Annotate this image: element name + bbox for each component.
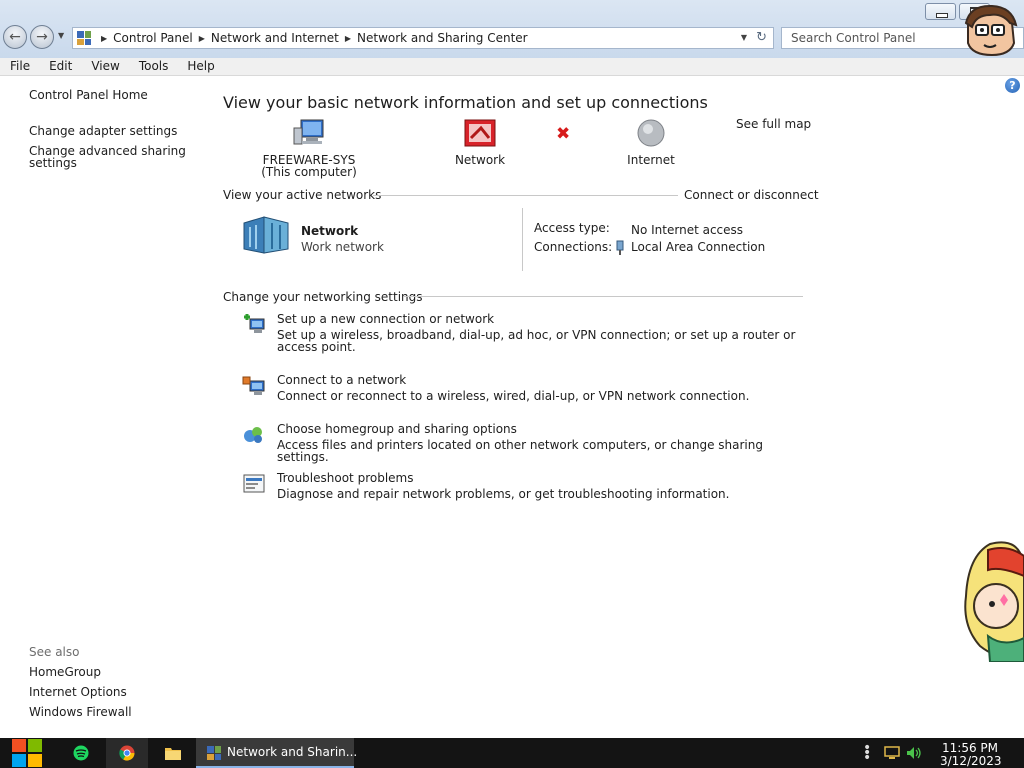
access-type-value: No Internet access <box>631 223 744 237</box>
breadcrumb-separator-icon[interactable]: ▶ <box>345 34 351 43</box>
address-dropdown-icon[interactable]: ▼ <box>741 33 747 42</box>
network-tray-icon[interactable] <box>884 746 900 760</box>
taskbar-window-label: Network and Sharin... <box>227 745 358 759</box>
no-connection-x-icon: ✖ <box>556 124 571 144</box>
active-network-type-link[interactable]: Work network <box>301 240 384 254</box>
menu-help[interactable]: Help <box>177 58 223 75</box>
change-advanced-sharing-settings-link[interactable]: Change advanced sharing settings <box>29 145 189 169</box>
troubleshoot-problems-desc: Diagnose and repair network problems, or… <box>277 487 730 501</box>
homegroup-sharing-desc: Access files and printers located on oth… <box>277 438 763 464</box>
connect-to-network-desc: Connect or reconnect to a wireless, wire… <box>277 389 750 403</box>
breadcrumb-separator-icon[interactable]: ▶ <box>199 34 205 43</box>
map-node-network[interactable]: Network <box>440 118 520 166</box>
help-icon[interactable]: ? <box>1005 78 1020 93</box>
menu-file[interactable]: File <box>0 58 39 75</box>
breadcrumb-network-and-internet[interactable]: Network and Internet <box>211 31 339 45</box>
see-also-label: See also <box>29 645 80 659</box>
refresh-icon[interactable]: ↻ <box>756 30 767 45</box>
homegroup-sharing-link[interactable]: Choose homegroup and sharing options <box>277 422 517 436</box>
change-settings-heading: Change your networking settings <box>223 290 423 304</box>
chrome-icon <box>119 745 135 761</box>
windows-logo-icon[interactable] <box>10 738 44 768</box>
internet-label: Internet <box>627 153 675 167</box>
breadcrumb-control-panel[interactable]: Control Panel <box>113 31 193 45</box>
control-panel-home-link[interactable]: Control Panel Home <box>29 89 148 101</box>
menu-edit[interactable]: Edit <box>39 58 81 75</box>
map-node-computer: FREEWARE-SYS (This computer) <box>244 118 374 178</box>
new-connection-icon <box>244 314 265 333</box>
work-network-icon <box>243 216 289 254</box>
network-sharing-taskbar-button[interactable]: Network and Sharin... <box>196 738 358 768</box>
breadcrumb-network-and-sharing-center[interactable]: Network and Sharing Center <box>357 31 528 45</box>
change-adapter-settings-link[interactable]: Change adapter settings <box>29 125 177 137</box>
setup-new-connection-desc: Set up a wireless, broadband, dial-up, a… <box>277 328 796 354</box>
spotify-app-icon[interactable] <box>72 745 90 761</box>
globe-icon <box>637 119 665 147</box>
network-icon <box>464 119 496 147</box>
breadcrumb-separator-icon[interactable]: ▶ <box>101 34 107 43</box>
chrome-taskbar-button[interactable] <box>106 738 148 768</box>
homegroup-icon <box>244 427 262 443</box>
computer-sub: (This computer) <box>261 165 357 179</box>
mascot-character-icon <box>964 4 1018 57</box>
troubleshoot-problems-link[interactable]: Troubleshoot problems <box>277 471 413 485</box>
taskbar: Network and Sharin... • • • <box>0 738 1024 768</box>
section-divider <box>373 195 678 196</box>
connect-to-network-icon <box>242 376 265 395</box>
ethernet-connection-icon <box>616 240 624 255</box>
page-title: View your basic network information and … <box>223 93 708 112</box>
windows-firewall-link[interactable]: Windows Firewall <box>29 706 132 718</box>
network-label: Network <box>454 153 506 167</box>
see-full-map-link[interactable]: See full map <box>736 117 811 131</box>
computer-icon <box>293 119 324 145</box>
control-panel-icon <box>77 31 91 45</box>
left-navigation-pane: Control Panel Home Change adapter settin… <box>0 76 205 738</box>
homegroup-link[interactable]: HomeGroup <box>29 666 101 678</box>
minimize-button[interactable] <box>925 3 956 20</box>
menu-bar: File Edit View Tools Help <box>0 58 1024 76</box>
vertical-divider <box>522 208 523 271</box>
troubleshoot-icon <box>243 474 265 493</box>
local-area-connection-link[interactable]: Local Area Connection <box>631 240 765 254</box>
connect-to-network-link[interactable]: Connect to a network <box>277 373 406 387</box>
recent-pages-dropdown-icon[interactable]: ▼ <box>58 31 64 40</box>
active-network-name: Network <box>301 224 359 238</box>
back-arrow-icon[interactable]: ← <box>3 25 27 49</box>
window-title-bar: ← → ▼ ▶ Control Panel ▶ Network and Inte… <box>0 0 1024 58</box>
map-node-internet[interactable]: Internet <box>615 118 687 166</box>
active-networks-heading: View your active networks <box>223 188 382 202</box>
file-explorer-icon[interactable] <box>165 746 181 760</box>
volume-icon[interactable] <box>906 746 922 760</box>
connections-label: Connections: <box>534 240 613 254</box>
access-type-label: Access type: <box>534 221 610 235</box>
setup-new-connection-link[interactable]: Set up a new connection or network <box>277 312 494 326</box>
control-panel-icon <box>207 746 221 760</box>
mascot-character-icon <box>964 541 1024 662</box>
taskbar-clock-time[interactable]: 11:56 PM <box>942 741 998 755</box>
section-divider <box>403 296 803 297</box>
menu-view[interactable]: View <box>81 58 128 75</box>
tray-overflow-icon[interactable]: • • • <box>863 741 871 765</box>
connect-or-disconnect-link[interactable]: Connect or disconnect <box>684 188 819 202</box>
internet-options-link[interactable]: Internet Options <box>29 686 127 698</box>
forward-arrow-icon[interactable]: → <box>30 25 54 49</box>
menu-tools[interactable]: Tools <box>129 58 178 75</box>
taskbar-clock-date[interactable]: 3/12/2023 <box>940 754 1002 768</box>
address-bar[interactable]: ▶ Control Panel ▶ Network and Internet ▶… <box>72 27 774 49</box>
